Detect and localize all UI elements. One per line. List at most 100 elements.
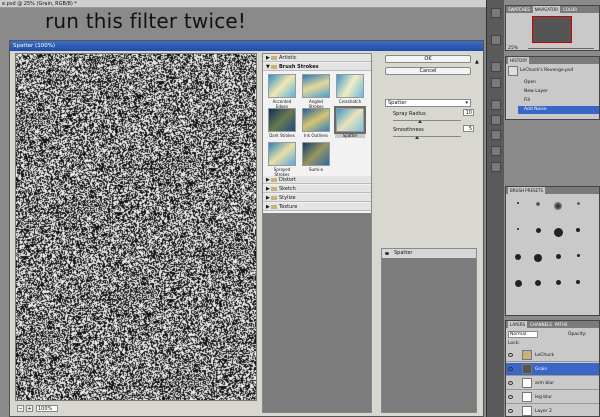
navigator-thumbnail[interactable] — [532, 16, 572, 43]
brush-tip-icon — [576, 228, 580, 232]
history-item-active[interactable]: Add Noise — [518, 106, 599, 114]
tab-color[interactable]: COLOR — [563, 6, 577, 13]
filter-thumbnail — [302, 108, 330, 132]
brush-preset[interactable] — [532, 253, 544, 265]
tab-navigator[interactable]: NAVIGATOR — [532, 6, 561, 13]
tool-collapse-icon[interactable] — [491, 8, 501, 18]
brush-preset[interactable] — [512, 201, 524, 213]
history-doc-name[interactable]: LeChuck's Revenge.psd — [520, 68, 573, 73]
history-item[interactable]: Fill — [518, 97, 599, 105]
category-sketch[interactable]: ▶ Sketch — [263, 185, 371, 193]
layer-row[interactable]: Layer 2 — [506, 405, 599, 417]
ok-button[interactable]: OK — [385, 55, 471, 63]
tab-history[interactable]: HISTORY — [508, 57, 530, 64]
tab-brush-presets[interactable]: BRUSH PRESETS — [508, 187, 546, 194]
filter-thumbnail — [336, 74, 364, 98]
brush-presets-panel: BRUSH PRESETS — [505, 186, 600, 316]
brush-preset[interactable] — [572, 279, 584, 291]
tab-paths[interactable]: PATHS — [555, 321, 568, 328]
brush-preset[interactable] — [532, 227, 544, 239]
layer-row-active[interactable]: Grain — [506, 363, 599, 376]
navigator-zoom[interactable]: 25% — [508, 46, 518, 51]
document-tab[interactable]: e.psd @ 25% (Grain, RGB/8) * — [0, 0, 490, 8]
zoom-out-button[interactable]: − — [17, 405, 24, 412]
filter-thumb-accented-edges[interactable]: Accented Edges — [267, 74, 297, 109]
brush-preset[interactable] — [532, 201, 544, 213]
brush-tip-icon — [535, 280, 541, 286]
history-icon[interactable] — [491, 62, 501, 72]
filter-thumb-dark-strokes[interactable]: Dark Strokes — [267, 108, 297, 138]
layer-row[interactable]: LeChuck — [506, 349, 599, 362]
history-item[interactable]: Open — [518, 79, 599, 87]
tab-layers[interactable]: LAYERS — [508, 321, 528, 328]
brush-preset[interactable] — [572, 201, 584, 213]
filter-thumb-sumi-e[interactable]: Sumi-e — [301, 142, 331, 172]
layer-row[interactable]: leg blur — [506, 391, 599, 404]
filter-preview[interactable] — [15, 53, 257, 401]
smoothness-slider[interactable] — [393, 136, 461, 137]
navigator-icon[interactable] — [491, 35, 501, 45]
eye-icon[interactable] — [508, 353, 513, 357]
spray-radius-slider-knob[interactable] — [418, 120, 423, 123]
filter-thumbnail — [268, 108, 296, 132]
brush-preset[interactable] — [552, 279, 564, 291]
brush-preset[interactable] — [572, 227, 584, 239]
brush-preset[interactable] — [532, 279, 544, 291]
category-texture[interactable]: ▶ Texture — [263, 203, 371, 211]
category-artistic[interactable]: ▶ Artistic — [263, 54, 371, 62]
gallery-empty-area — [263, 213, 371, 412]
history-item[interactable]: New Layer — [518, 88, 599, 96]
styles-icon[interactable] — [491, 130, 501, 140]
filter-thumb-angled-strokes[interactable]: Angled Strokes — [301, 74, 331, 109]
brush-preset[interactable] — [552, 253, 564, 265]
filter-thumb-ink-outlines[interactable]: Ink Outlines — [301, 108, 331, 138]
brush-preset[interactable] — [512, 227, 524, 239]
brush-preset[interactable] — [572, 253, 584, 265]
tab-swatches[interactable]: SWATCHES — [508, 6, 530, 13]
eye-icon[interactable] — [508, 409, 513, 413]
brush-icon[interactable] — [491, 146, 501, 156]
brush-preset[interactable] — [512, 253, 524, 265]
brush-preset[interactable] — [552, 227, 564, 239]
zoom-in-button[interactable]: + — [26, 405, 33, 412]
brush-tip-icon — [555, 254, 561, 259]
navigator-panel: SWATCHES NAVIGATOR COLOR 25% — [505, 5, 600, 51]
thumb-label: Dark Strokes — [269, 133, 295, 138]
filter-thumb-spatter[interactable]: Spatter — [334, 106, 366, 138]
eye-icon[interactable] — [508, 381, 513, 385]
filter-thumb-crosshatch[interactable]: Crosshatch — [335, 74, 365, 104]
spray-radius-label: Spray Radius — [393, 111, 426, 117]
spray-radius-slider[interactable] — [393, 120, 461, 121]
brush-preset[interactable] — [552, 201, 564, 213]
brush-preset[interactable] — [512, 279, 524, 291]
clone-source-icon[interactable] — [491, 162, 501, 172]
navigator-zoom-slider[interactable] — [528, 48, 594, 49]
layers-tabs: LAYERS CHANNELS PATHS — [506, 321, 599, 328]
zoom-select[interactable]: 100% — [36, 405, 58, 412]
layer-row[interactable]: arm blur — [506, 377, 599, 390]
collapse-chevron-icon[interactable]: ▲ — [475, 59, 479, 65]
category-brush-strokes[interactable]: ▼ Brush Strokes — [263, 63, 371, 71]
actions-icon[interactable] — [491, 78, 501, 88]
filter-thumb-sprayed-strokes[interactable]: Sprayed Strokes — [267, 142, 297, 177]
opacity-label: Opacity: — [568, 332, 587, 337]
tab-channels[interactable]: CHANNELS — [530, 321, 552, 328]
filter-select[interactable]: Spatter ▾ — [385, 99, 471, 107]
brush-tip-icon — [514, 280, 522, 287]
eye-icon[interactable] — [508, 367, 513, 371]
eye-icon[interactable] — [508, 395, 513, 399]
category-distort[interactable]: ▶ Distort — [263, 176, 371, 184]
layer-thumbnail — [522, 378, 532, 388]
smoothness-input[interactable]: 5 — [463, 125, 474, 132]
effect-layer-row[interactable]: Spatter — [382, 249, 476, 258]
layers-panel: LAYERS CHANNELS PATHS Normal Opacity: Lock… — [505, 320, 600, 417]
eye-icon[interactable] — [385, 252, 389, 255]
masks-icon[interactable] — [491, 115, 501, 125]
filter-thumbnail — [302, 74, 330, 98]
blend-mode-select[interactable]: Normal — [508, 331, 538, 338]
adjustments-icon[interactable] — [491, 100, 501, 110]
spray-radius-input[interactable]: 10 — [463, 109, 474, 116]
category-stylize[interactable]: ▶ Stylize — [263, 194, 371, 202]
smoothness-slider-knob[interactable] — [414, 136, 419, 139]
cancel-button[interactable]: Cancel — [385, 67, 471, 75]
